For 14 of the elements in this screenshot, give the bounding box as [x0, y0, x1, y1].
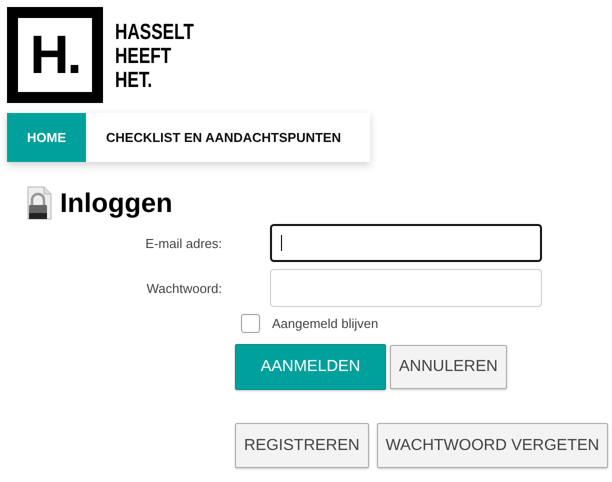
logo-text: HET. — [115, 68, 154, 92]
field-label: E-mail adres: — [144, 236, 223, 250]
page-title: Inloggen — [60, 188, 172, 218]
logo-mark: H. — [7, 7, 103, 103]
input-field[interactable] — [270, 224, 542, 262]
field-label: Wachtwoord: — [146, 280, 223, 296]
nav-tab[interactable]: CHECKLIST EN AANDACHTSPUNTEN — [86, 113, 361, 162]
link-button[interactable]: REGISTREREN — [235, 423, 369, 468]
link-button[interactable]: WACHTWOORD VERGETEN — [376, 423, 608, 468]
checkbox-label: Aangemeld blijven — [272, 316, 378, 331]
cancel-button[interactable]: ANNULEREN — [390, 345, 507, 389]
logo-text: HASSELT — [115, 20, 194, 44]
logo-text: HEEFT — [115, 44, 172, 68]
checkbox[interactable] — [241, 314, 260, 333]
